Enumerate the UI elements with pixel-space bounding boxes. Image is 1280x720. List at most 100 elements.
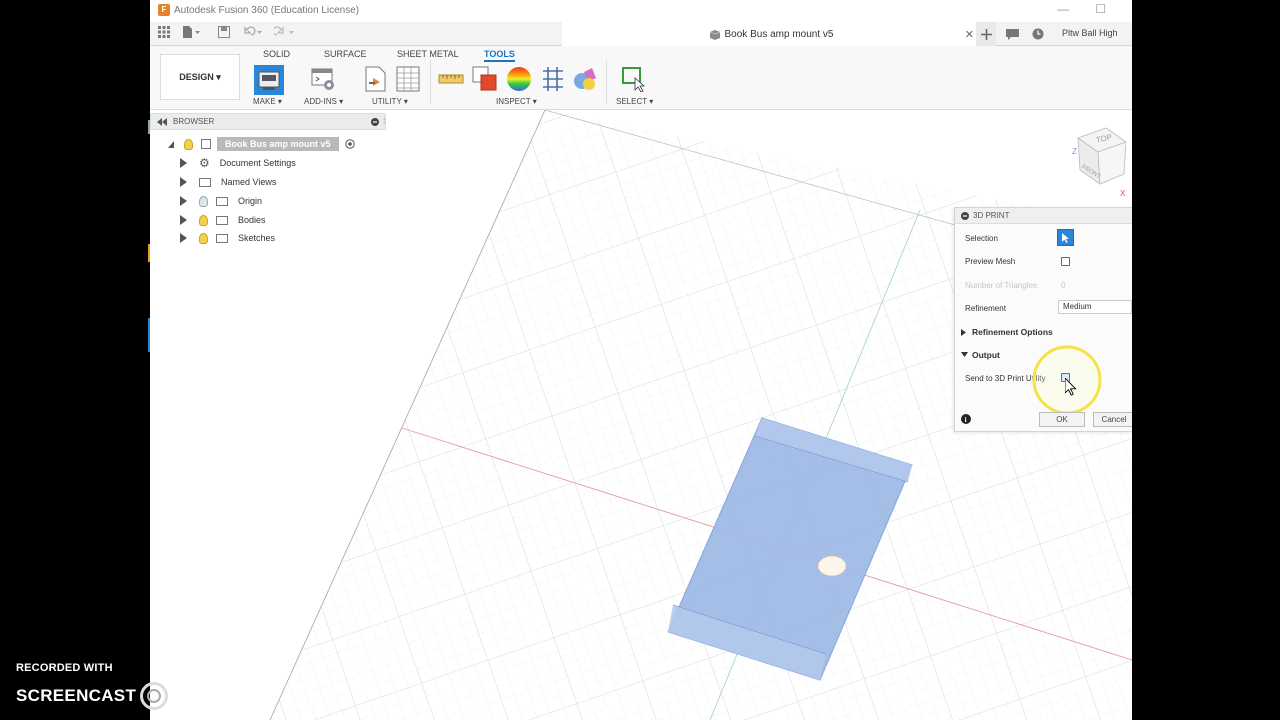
- 3d-print-icon[interactable]: [254, 65, 284, 95]
- file-menu-icon[interactable]: [182, 26, 200, 38]
- clock-icon: [1032, 28, 1044, 40]
- browser-root[interactable]: Book Bus amp mount v5: [168, 136, 355, 152]
- select-icon[interactable]: [621, 66, 647, 92]
- ribbon-separator: [606, 60, 607, 104]
- z-axis-label: Z: [1072, 147, 1077, 156]
- x-axis-label: X: [1120, 189, 1126, 198]
- maximize-button[interactable]: ☐: [1095, 2, 1106, 16]
- new-tab-button[interactable]: [976, 22, 996, 46]
- window-title: Autodesk Fusion 360 (Education License): [174, 4, 360, 16]
- document-icon: [201, 139, 211, 149]
- tab-tools[interactable]: TOOLS: [484, 49, 515, 62]
- expand-arrow-icon[interactable]: [180, 233, 187, 243]
- interference-icon[interactable]: [472, 66, 498, 92]
- app-grid-icon[interactable]: [158, 26, 170, 38]
- output-label: Output: [972, 350, 1000, 360]
- expanded-arrow-icon[interactable]: [168, 140, 174, 148]
- collapse-panel-icon[interactable]: [157, 117, 167, 126]
- mouse-cursor-icon: [1065, 378, 1077, 396]
- folder-icon: [199, 177, 211, 187]
- title-bar: F Autodesk Fusion 360 (Education License…: [150, 0, 1132, 20]
- preview-mesh-label: Preview Mesh: [965, 257, 1016, 266]
- user-name[interactable]: Pltw Ball High: [1062, 28, 1118, 38]
- expand-arrow-icon[interactable]: [180, 196, 187, 206]
- screencast-watermark: RECORDED WITH SCREENCAST MATIC: [16, 660, 246, 710]
- triangles-value: 0: [1061, 281, 1066, 290]
- plus-icon: [980, 28, 992, 40]
- refinement-options-section[interactable]: Refinement Options: [961, 327, 1053, 337]
- collapse-arrow-icon: [961, 352, 968, 357]
- panel-grip[interactable]: ⁞: [383, 116, 386, 126]
- radio-target-icon[interactable]: [344, 139, 355, 149]
- workspace-switcher[interactable]: DESIGN ▾: [160, 54, 240, 100]
- cancel-button[interactable]: Cancel: [1093, 412, 1132, 427]
- minus-icon[interactable]: [371, 118, 379, 126]
- gear-icon: ⚙: [199, 156, 210, 170]
- make-menu[interactable]: MAKE ▾: [253, 97, 282, 106]
- ribbon-separator: [430, 60, 431, 104]
- table-icon[interactable]: [396, 66, 422, 92]
- browser-item-label: Document Settings: [219, 158, 296, 168]
- browser-item-bodies[interactable]: Bodies: [180, 212, 266, 228]
- svg-text:i: i: [965, 416, 967, 424]
- tab-surface[interactable]: SURFACE: [324, 49, 367, 59]
- tab-sheet-metal[interactable]: SHEET METAL: [397, 49, 459, 59]
- selection-button[interactable]: [1057, 229, 1074, 246]
- watermark-recorded-with: RECORDED WITH: [16, 662, 113, 674]
- undo-icon[interactable]: [242, 26, 264, 38]
- hidden-bulb-icon[interactable]: [199, 195, 208, 207]
- 3d-print-dialog: 3D PRINT Selection Preview Mesh Number o…: [954, 207, 1132, 432]
- utility-menu[interactable]: UTILITY ▾: [372, 97, 408, 106]
- refinement-value: Medium: [1063, 302, 1092, 311]
- watermark-word1: SCREENCAST: [16, 686, 137, 705]
- scripts-addins-icon[interactable]: [310, 66, 336, 92]
- info-icon[interactable]: i: [961, 414, 971, 424]
- tab-solid[interactable]: SOLID: [263, 49, 290, 59]
- browser-title: BROWSER: [173, 117, 215, 126]
- visibility-bulb-icon[interactable]: [199, 232, 208, 244]
- visibility-bulb-icon[interactable]: [184, 138, 193, 150]
- section-analysis-icon[interactable]: [540, 66, 566, 92]
- redo-icon[interactable]: [274, 26, 296, 38]
- chat-icon: [1005, 28, 1019, 40]
- add-ins-menu[interactable]: ADD-INS ▾: [304, 97, 343, 106]
- curvature-analysis-icon[interactable]: [506, 66, 532, 92]
- dialog-header[interactable]: 3D PRINT: [955, 208, 1132, 224]
- viewcube[interactable]: TOP FRONT Z X: [1070, 124, 1126, 198]
- browser-item-label: Named Views: [221, 177, 277, 187]
- browser-item-label: Origin: [238, 196, 263, 206]
- browser-item-label: Bodies: [238, 215, 266, 225]
- notifications-button[interactable]: [1002, 22, 1022, 46]
- job-status-button[interactable]: [1028, 22, 1048, 46]
- save-icon[interactable]: [218, 26, 230, 38]
- browser-item-named-views[interactable]: Named Views: [180, 174, 276, 190]
- measure-icon[interactable]: [438, 66, 464, 92]
- watermark-brand: SCREENCAST MATIC: [16, 682, 225, 710]
- minus-icon[interactable]: [961, 211, 969, 220]
- output-section[interactable]: Output: [961, 350, 1000, 360]
- document-tab[interactable]: Book Bus amp mount v5 ✕: [562, 22, 980, 46]
- ok-button[interactable]: OK: [1039, 412, 1085, 427]
- watermark-word2: MATIC: [171, 686, 226, 705]
- browser-item-document-settings[interactable]: ⚙ Document Settings: [180, 155, 296, 171]
- preview-mesh-checkbox[interactable]: [1061, 257, 1070, 266]
- select-menu[interactable]: SELECT ▾: [616, 97, 653, 106]
- triangles-label: Number of Triangles: [965, 281, 1038, 290]
- display-component-colors-icon[interactable]: [572, 66, 598, 92]
- minimize-button[interactable]: —: [1057, 2, 1069, 16]
- expand-arrow-icon[interactable]: [180, 158, 187, 168]
- expand-arrow-icon[interactable]: [180, 177, 187, 187]
- visibility-bulb-icon[interactable]: [199, 214, 208, 226]
- inspect-menu[interactable]: INSPECT ▾: [496, 97, 537, 106]
- refinement-label: Refinement: [965, 304, 1006, 313]
- browser-item-sketches[interactable]: Sketches: [180, 230, 275, 246]
- selection-label: Selection: [965, 234, 998, 243]
- close-tab-button[interactable]: ✕: [965, 28, 974, 41]
- utility-doc-icon[interactable]: [363, 66, 389, 92]
- browser-item-origin[interactable]: Origin: [180, 193, 262, 209]
- refinement-options-label: Refinement Options: [972, 327, 1053, 337]
- screencast-logo-icon: [140, 682, 169, 710]
- window-controls: — ☐: [1057, 2, 1106, 16]
- refinement-dropdown[interactable]: Medium: [1058, 300, 1132, 314]
- expand-arrow-icon[interactable]: [180, 215, 187, 225]
